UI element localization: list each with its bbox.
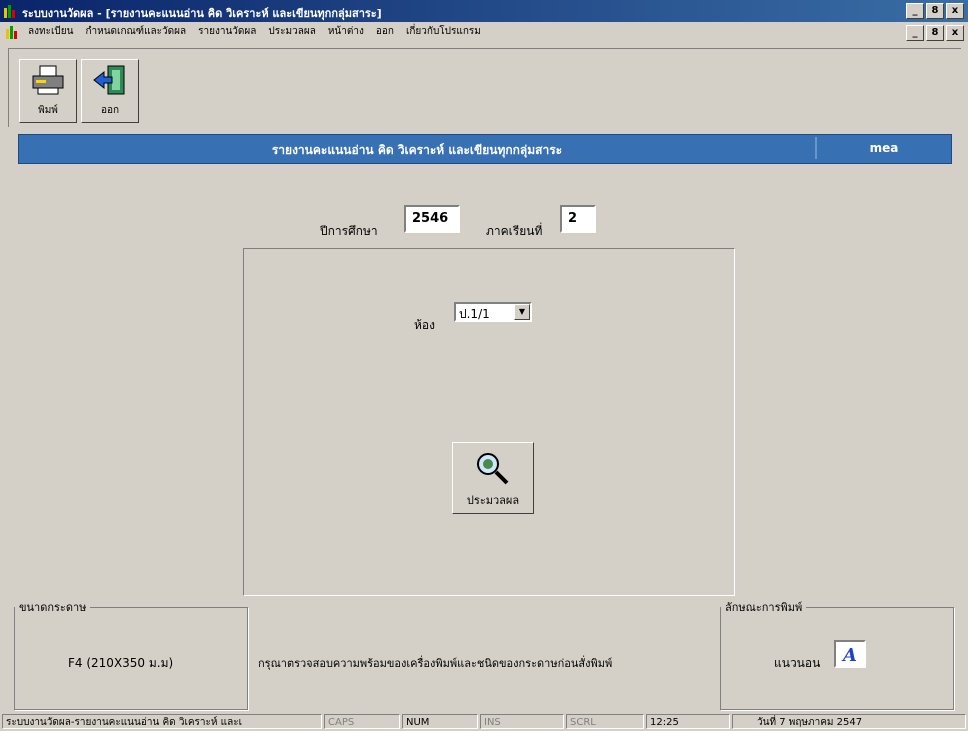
magnifier-icon [477, 453, 509, 485]
status-num: NUM [402, 714, 478, 729]
room-select[interactable]: ป.1/1 ▼ [454, 302, 532, 322]
window-title: ระบบงานวัดผล - [รายงานคะแนนอ่าน คิด วิเค… [22, 7, 382, 20]
current-user: mea [869, 141, 899, 155]
landscape-orientation-icon[interactable]: A [834, 640, 866, 668]
status-scrl: SCRL [566, 714, 644, 729]
close-button[interactable]: x [946, 3, 964, 19]
child-restore-button[interactable]: 8 [926, 25, 944, 41]
child-minimize-button[interactable]: _ [906, 25, 924, 41]
paper-size-value: F4 (210X350 ม.ม) [68, 656, 174, 670]
orientation-letter: A [841, 645, 857, 666]
exit-button[interactable]: ออก [81, 59, 139, 123]
dropdown-arrow-icon[interactable]: ▼ [514, 304, 530, 320]
restore-button[interactable]: 8 [926, 3, 944, 19]
room-label: ห้อง [414, 318, 435, 332]
menu-about[interactable]: เกี่ยวกับโปรแกรม [400, 25, 487, 39]
room-value: ป.1/1 [459, 307, 490, 321]
report-title: รายงานคะแนนอ่าน คิด วิเคราะห์ และเขียนทุ… [271, 143, 563, 157]
menu-criteria[interactable]: กำหนดเกณฑ์และวัดผล [79, 25, 192, 39]
status-caps: CAPS [324, 714, 400, 729]
print-label: พิมพ์ [38, 105, 58, 116]
print-button[interactable]: พิมพ์ [19, 59, 77, 123]
menu-exit[interactable]: ออก [370, 25, 400, 39]
child-close-button[interactable]: x [946, 25, 964, 41]
semester-input[interactable]: 2 [560, 205, 596, 233]
status-bar: ระบบงานวัดผล-รายงานคะแนนอ่าน คิด วิเคราะ… [0, 712, 968, 731]
menu-reports[interactable]: รายงานวัดผล [192, 25, 262, 39]
process-label: ประมวลผล [466, 494, 520, 507]
exit-door-icon [93, 65, 125, 95]
minimize-button[interactable]: _ [906, 3, 924, 19]
document-icon[interactable] [6, 25, 18, 39]
menu-bar: ลงทะเบียน กำหนดเกณฑ์และวัดผล รายงานวัดผล… [0, 22, 968, 42]
header-divider [815, 137, 817, 159]
orientation-label: แนวนอน [774, 656, 821, 670]
status-date: วันที่ 7 พฤษภาคม 2547 [732, 714, 966, 729]
printer-icon [32, 65, 64, 95]
toolbar: พิมพ์ ออก [8, 48, 961, 127]
printer-notice: กรุณาตรวจสอบความพร้อมของเครื่องพิมพ์และช… [258, 657, 613, 670]
academic-year-input[interactable]: 2546 [404, 205, 460, 233]
semester-label: ภาคเรียนที่ [486, 224, 543, 238]
orientation-legend: ลักษณะการพิมพ์ [725, 601, 803, 614]
exit-label: ออก [100, 105, 120, 116]
status-message: ระบบงานวัดผล-รายงานคะแนนอ่าน คิด วิเคราะ… [2, 714, 322, 729]
paper-size-legend: ขนาดกระดาษ [19, 601, 87, 614]
academic-year-label: ปีการศึกษา [320, 224, 378, 238]
window-titlebar[interactable]: ระบบงานวัดผล - [รายงานคะแนนอ่าน คิด วิเค… [0, 0, 968, 22]
app-icon [4, 5, 15, 18]
status-time: 12:25 [646, 714, 730, 729]
process-button[interactable]: ประมวลผล [452, 442, 534, 514]
menu-register[interactable]: ลงทะเบียน [22, 25, 79, 39]
selection-panel [243, 248, 735, 596]
menu-process[interactable]: ประมวลผล [262, 25, 321, 39]
menu-window[interactable]: หน้าต่าง [322, 25, 370, 39]
report-header: รายงานคะแนนอ่าน คิด วิเคราะห์ และเขียนทุ… [18, 134, 952, 164]
status-ins: INS [480, 714, 564, 729]
